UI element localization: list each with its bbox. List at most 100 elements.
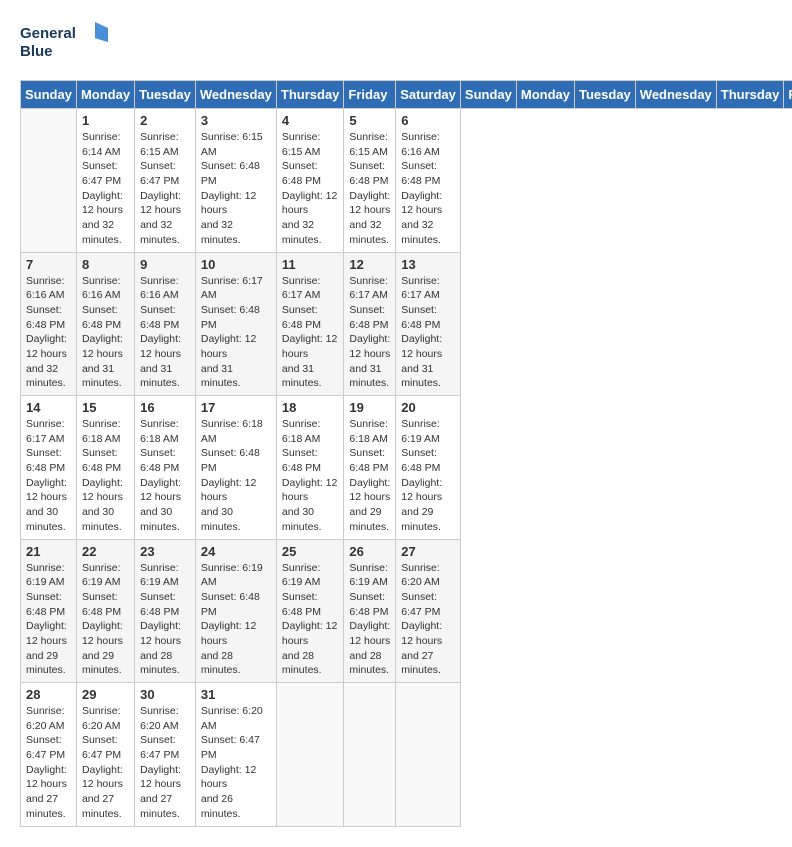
day-info: Sunrise: 6:20 AMSunset: 6:47 PMDaylight:… [401, 561, 455, 679]
day-info: Sunrise: 6:16 AMSunset: 6:48 PMDaylight:… [26, 274, 71, 392]
day-number: 24 [201, 544, 271, 559]
calendar-week-5: 28 Sunrise: 6:20 AMSunset: 6:47 PMDayligh… [21, 683, 792, 827]
calendar-day-19: 19Sunrise: 6:18 AMSunset: 6:48 PMDayligh… [344, 396, 396, 540]
day-number: 16 [140, 400, 190, 415]
calendar-table: SundayMondayTuesdayWednesdayThursdayFrid… [20, 80, 792, 827]
calendar-week-2: 7Sunrise: 6:16 AMSunset: 6:48 PMDaylight… [21, 252, 792, 396]
calendar-day-16: 16 Sunrise: 6:18 AMSunset: 6:48 PMDayligh… [135, 396, 196, 540]
day-number: 6 [401, 113, 455, 128]
day-info: Sunrise: 6:20 AMSunset: 6:47 PMDaylight:… [26, 704, 71, 822]
calendar-day-13: 13 Sunrise: 6:17 AMSunset: 6:48 PMDayligh… [396, 252, 461, 396]
logo: General Blue [20, 20, 110, 64]
calendar-day-8: 8 Sunrise: 6:16 AMSunset: 6:48 PMDaylight… [76, 252, 134, 396]
calendar-day-29: 29Sunrise: 6:20 AMSunset: 6:47 PMDayligh… [76, 683, 134, 827]
calendar-day-21: 21Sunrise: 6:19 AMSunset: 6:48 PMDayligh… [21, 539, 77, 683]
calendar-day-4: 4Sunrise: 6:15 AMSunset: 6:48 PMDaylight… [276, 109, 344, 253]
day-number: 15 [82, 400, 129, 415]
day-info: Sunrise: 6:17 AMSunset: 6:48 PMDaylight:… [401, 274, 455, 392]
calendar-day-20: 20Sunrise: 6:19 AMSunset: 6:48 PMDayligh… [396, 396, 461, 540]
day-info: Sunrise: 6:19 AMSunset: 6:48 PMDaylight:… [82, 561, 129, 679]
day-number: 30 [140, 687, 190, 702]
day-info: Sunrise: 6:15 AMSunset: 6:48 PMDaylight:… [282, 130, 339, 248]
day-number: 28 [26, 687, 71, 702]
day-info: Sunrise: 6:16 AMSunset: 6:48 PMDaylight:… [401, 130, 455, 248]
calendar-day-11: 11 Sunrise: 6:17 AMSunset: 6:48 PMDayligh… [276, 252, 344, 396]
day-info: Sunrise: 6:19 AMSunset: 6:48 PMDaylight:… [349, 561, 390, 679]
header-row: SundayMondayTuesdayWednesdayThursdayFrid… [21, 81, 792, 109]
weekday-header-saturday: Saturday [396, 81, 461, 109]
weekday-header-friday: Friday [344, 81, 396, 109]
calendar-day-18: 18 Sunrise: 6:18 AMSunset: 6:48 PMDayligh… [276, 396, 344, 540]
day-number: 29 [82, 687, 129, 702]
day-info: Sunrise: 6:18 AMSunset: 6:48 PMDaylight:… [201, 417, 271, 535]
day-number: 8 [82, 257, 129, 272]
calendar-day-10: 10Sunrise: 6:17 AMSunset: 6:48 PMDayligh… [195, 252, 276, 396]
weekday-header-sunday: Sunday [21, 81, 77, 109]
calendar-day-5: 5 Sunrise: 6:15 AMSunset: 6:48 PMDaylight… [344, 109, 396, 253]
day-info: Sunrise: 6:18 AMSunset: 6:48 PMDaylight:… [140, 417, 190, 535]
calendar-day-12: 12Sunrise: 6:17 AMSunset: 6:48 PMDayligh… [344, 252, 396, 396]
day-info: Sunrise: 6:15 AMSunset: 6:48 PMDaylight:… [349, 130, 390, 248]
day-info: Sunrise: 6:17 AMSunset: 6:48 PMDaylight:… [349, 274, 390, 392]
calendar-day-23: 23Sunrise: 6:19 AMSunset: 6:48 PMDayligh… [135, 539, 196, 683]
weekday-header: Friday [784, 81, 792, 109]
day-info: Sunrise: 6:16 AMSunset: 6:48 PMDaylight:… [140, 274, 190, 392]
day-info: Sunrise: 6:19 AMSunset: 6:48 PMDaylight:… [201, 561, 271, 679]
empty-cell [396, 683, 461, 827]
day-info: Sunrise: 6:18 AMSunset: 6:48 PMDaylight:… [282, 417, 339, 535]
calendar-week-1: 1Sunrise: 6:14 AMSunset: 6:47 PMDaylight… [21, 109, 792, 253]
day-number: 18 [282, 400, 339, 415]
day-info: Sunrise: 6:20 AMSunset: 6:47 PMDaylight:… [140, 704, 190, 822]
calendar-week-3: 14 Sunrise: 6:17 AMSunset: 6:48 PMDayligh… [21, 396, 792, 540]
calendar-day-14: 14 Sunrise: 6:17 AMSunset: 6:48 PMDayligh… [21, 396, 77, 540]
day-number: 14 [26, 400, 71, 415]
day-number: 2 [140, 113, 190, 128]
empty-cell [276, 683, 344, 827]
calendar-day-2: 2 Sunrise: 6:15 AMSunset: 6:47 PMDaylight… [135, 109, 196, 253]
calendar-day-6: 6 Sunrise: 6:16 AMSunset: 6:48 PMDaylight… [396, 109, 461, 253]
day-number: 20 [401, 400, 455, 415]
page-header: General Blue [20, 20, 772, 64]
calendar-day-31: 31Sunrise: 6:20 AMSunset: 6:47 PMDayligh… [195, 683, 276, 827]
day-number: 23 [140, 544, 190, 559]
day-number: 3 [201, 113, 271, 128]
day-info: Sunrise: 6:19 AMSunset: 6:48 PMDaylight:… [282, 561, 339, 679]
day-info: Sunrise: 6:16 AMSunset: 6:48 PMDaylight:… [82, 274, 129, 392]
calendar-day-17: 17 Sunrise: 6:18 AMSunset: 6:48 PMDayligh… [195, 396, 276, 540]
logo-svg: General Blue [20, 20, 110, 64]
weekday-header: Sunday [460, 81, 516, 109]
day-info: Sunrise: 6:17 AMSunset: 6:48 PMDaylight:… [201, 274, 271, 392]
weekday-header: Tuesday [575, 81, 636, 109]
day-info: Sunrise: 6:19 AMSunset: 6:48 PMDaylight:… [26, 561, 71, 679]
day-number: 13 [401, 257, 455, 272]
day-info: Sunrise: 6:17 AMSunset: 6:48 PMDaylight:… [282, 274, 339, 392]
day-info: Sunrise: 6:14 AMSunset: 6:47 PMDaylight:… [82, 130, 129, 248]
day-number: 17 [201, 400, 271, 415]
calendar-day-15: 15 Sunrise: 6:18 AMSunset: 6:48 PMDayligh… [76, 396, 134, 540]
calendar-day-9: 9 Sunrise: 6:16 AMSunset: 6:48 PMDaylight… [135, 252, 196, 396]
calendar-day-3: 3 Sunrise: 6:15 AMSunset: 6:48 PMDaylight… [195, 109, 276, 253]
day-number: 27 [401, 544, 455, 559]
calendar-day-27: 27 Sunrise: 6:20 AMSunset: 6:47 PMDayligh… [396, 539, 461, 683]
calendar-day-24: 24 Sunrise: 6:19 AMSunset: 6:48 PMDayligh… [195, 539, 276, 683]
day-number: 11 [282, 257, 339, 272]
calendar-day-22: 22Sunrise: 6:19 AMSunset: 6:48 PMDayligh… [76, 539, 134, 683]
calendar-day-1: 1Sunrise: 6:14 AMSunset: 6:47 PMDaylight… [76, 109, 134, 253]
day-info: Sunrise: 6:18 AMSunset: 6:48 PMDaylight:… [82, 417, 129, 535]
day-number: 9 [140, 257, 190, 272]
day-info: Sunrise: 6:15 AMSunset: 6:47 PMDaylight:… [140, 130, 190, 248]
empty-cell [344, 683, 396, 827]
calendar-week-4: 21Sunrise: 6:19 AMSunset: 6:48 PMDayligh… [21, 539, 792, 683]
day-info: Sunrise: 6:17 AMSunset: 6:48 PMDaylight:… [26, 417, 71, 535]
calendar-day-7: 7Sunrise: 6:16 AMSunset: 6:48 PMDaylight… [21, 252, 77, 396]
day-number: 5 [349, 113, 390, 128]
day-number: 25 [282, 544, 339, 559]
day-info: Sunrise: 6:20 AMSunset: 6:47 PMDaylight:… [201, 704, 271, 822]
calendar-day-28: 28 Sunrise: 6:20 AMSunset: 6:47 PMDayligh… [21, 683, 77, 827]
weekday-header-wednesday: Wednesday [195, 81, 276, 109]
day-number: 26 [349, 544, 390, 559]
calendar-day-25: 25 Sunrise: 6:19 AMSunset: 6:48 PMDayligh… [276, 539, 344, 683]
calendar-day-30: 30 Sunrise: 6:20 AMSunset: 6:47 PMDayligh… [135, 683, 196, 827]
weekday-header: Monday [516, 81, 574, 109]
day-info: Sunrise: 6:15 AMSunset: 6:48 PMDaylight:… [201, 130, 271, 248]
